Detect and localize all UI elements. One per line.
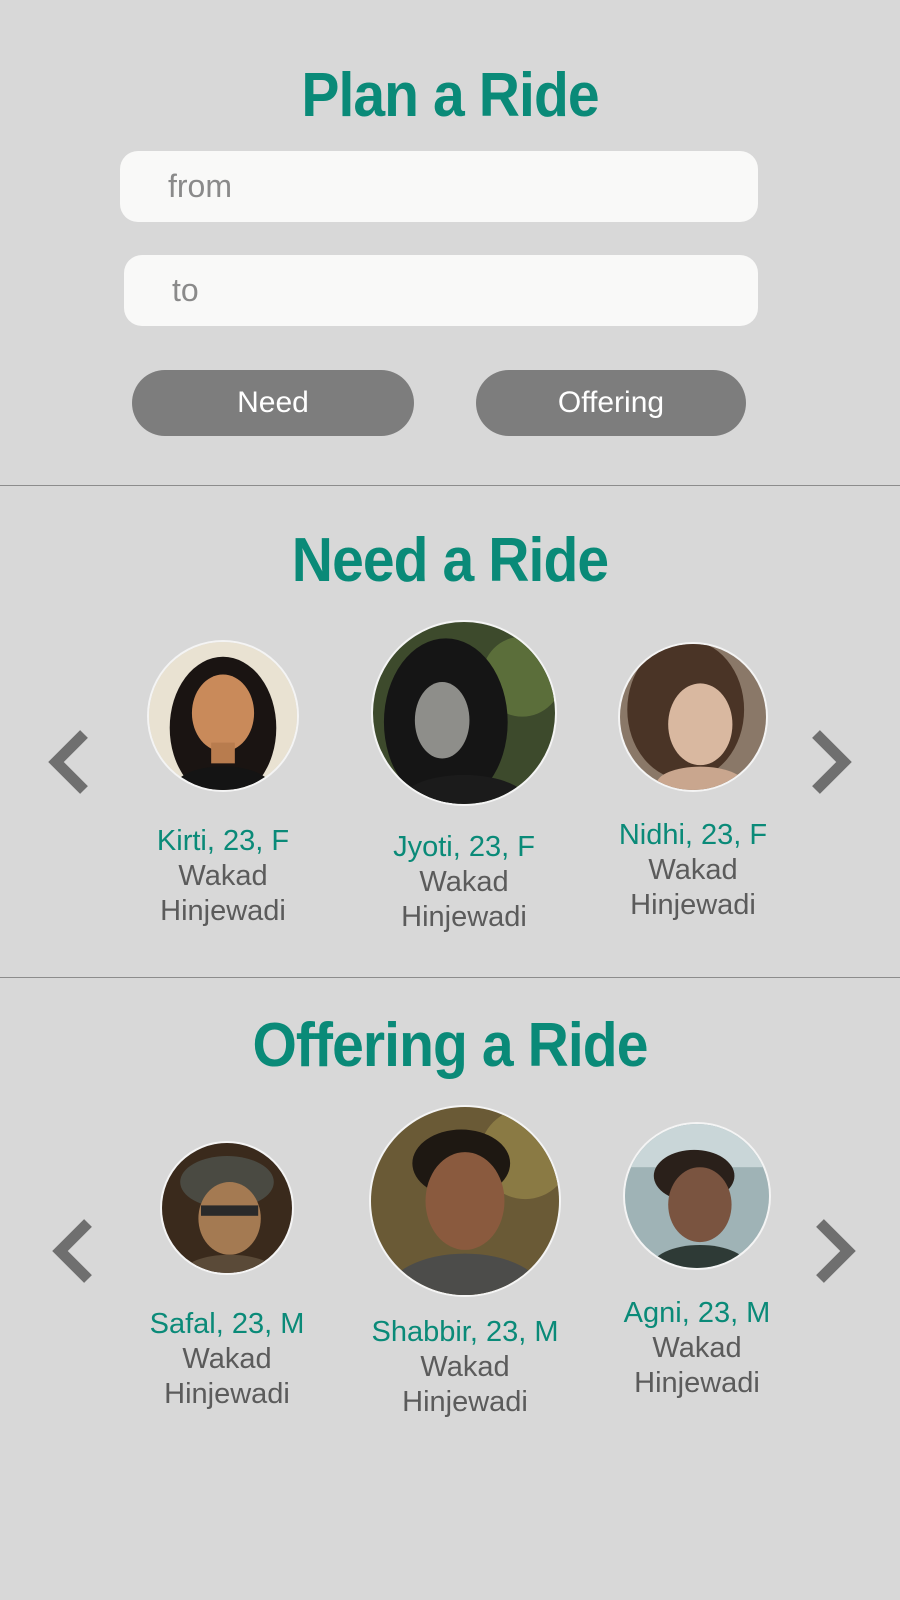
profile-from: Wakad xyxy=(182,1343,272,1375)
offering-profile-card[interactable]: Safal, 23, M Wakad Hinjewadi xyxy=(132,1143,322,1412)
avatar-photo xyxy=(373,622,555,804)
need-profile-card[interactable]: Jyoti, 23, F Wakad Hinjewadi xyxy=(366,622,562,935)
profile-to: Hinjewadi xyxy=(160,895,286,927)
from-input[interactable] xyxy=(120,151,758,222)
avatar[interactable] xyxy=(371,1107,559,1295)
avatar-photo xyxy=(149,642,297,790)
need-profile-card[interactable]: Kirti, 23, F Wakad Hinjewadi xyxy=(130,642,316,929)
profile-from: Wakad xyxy=(419,866,509,898)
profile-from: Wakad xyxy=(652,1332,742,1364)
profile-from: Wakad xyxy=(420,1351,510,1383)
avatar[interactable] xyxy=(149,642,297,790)
profile-from: Wakad xyxy=(648,854,738,886)
profile-to: Hinjewadi xyxy=(401,901,527,933)
to-input[interactable] xyxy=(124,255,758,326)
plan-ride-title: Plan a Ride xyxy=(301,61,599,130)
avatar-photo xyxy=(625,1124,769,1268)
chevron-right-icon xyxy=(816,1219,856,1283)
offering-prev-arrow[interactable] xyxy=(46,1211,106,1291)
profile-from: Wakad xyxy=(178,860,268,892)
avatar[interactable] xyxy=(162,1143,292,1273)
avatar[interactable] xyxy=(620,644,766,790)
profile-to: Hinjewadi xyxy=(634,1367,760,1399)
profile-name: Safal, 23, M xyxy=(149,1308,305,1340)
offering-next-arrow[interactable] xyxy=(802,1211,862,1291)
profile-name: Nidhi, 23, F xyxy=(618,819,768,851)
offering-profile-card[interactable]: Agni, 23, M Wakad Hinjewadi xyxy=(602,1124,792,1401)
chevron-left-icon xyxy=(52,1219,92,1283)
section-divider xyxy=(0,977,900,978)
offering-button[interactable]: Offering xyxy=(476,370,746,436)
need-next-arrow[interactable] xyxy=(798,722,858,802)
offering-ride-title: Offering a Ride xyxy=(252,1011,648,1080)
need-profile-card[interactable]: Nidhi, 23, F Wakad Hinjewadi xyxy=(600,644,786,923)
profile-name: Shabbir, 23, M xyxy=(371,1316,559,1348)
need-prev-arrow[interactable] xyxy=(42,722,102,802)
profile-name: Kirti, 23, F xyxy=(156,825,290,857)
chevron-right-icon xyxy=(812,730,852,794)
profile-name: Agni, 23, M xyxy=(623,1297,771,1329)
section-divider xyxy=(0,485,900,486)
avatar-photo xyxy=(162,1143,292,1273)
profile-to: Hinjewadi xyxy=(164,1378,290,1410)
need-ride-title: Need a Ride xyxy=(291,526,609,595)
profile-to: Hinjewadi xyxy=(402,1386,528,1418)
avatar[interactable] xyxy=(625,1124,769,1268)
avatar-photo xyxy=(371,1107,559,1295)
offering-profile-card[interactable]: Shabbir, 23, M Wakad Hinjewadi xyxy=(360,1107,570,1420)
need-button[interactable]: Need xyxy=(132,370,414,436)
profile-to: Hinjewadi xyxy=(630,889,756,921)
avatar-photo xyxy=(620,644,766,790)
chevron-left-icon xyxy=(48,730,88,794)
avatar[interactable] xyxy=(373,622,555,804)
profile-name: Jyoti, 23, F xyxy=(393,831,535,863)
